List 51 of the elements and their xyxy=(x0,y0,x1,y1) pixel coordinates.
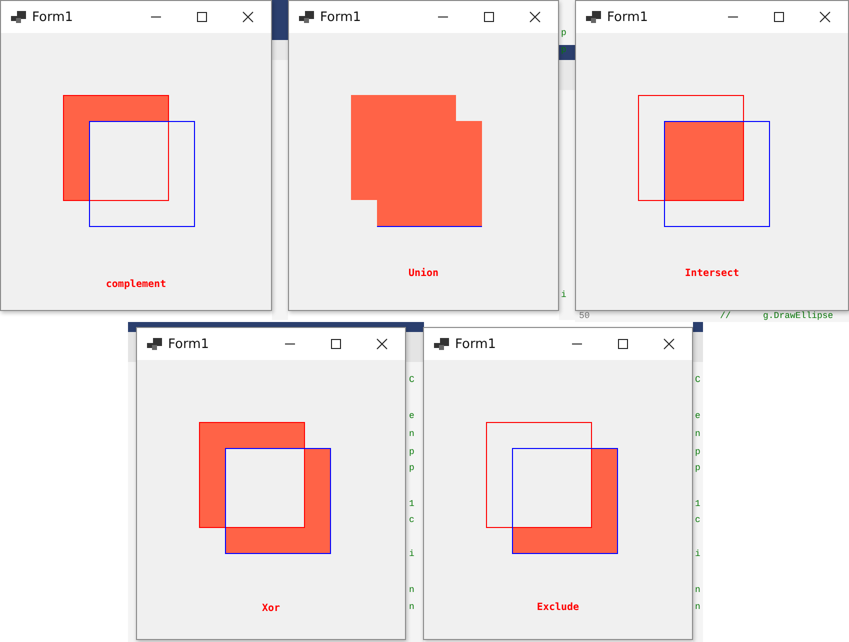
maximize-icon[interactable] xyxy=(330,338,342,350)
code-text: c xyxy=(695,515,700,525)
region-caption: Xor xyxy=(260,603,282,614)
window-title: Form1 xyxy=(607,10,648,24)
code-text: e xyxy=(409,411,414,421)
code-text: i xyxy=(561,290,566,300)
code-text: n xyxy=(409,429,414,439)
close-icon[interactable] xyxy=(242,11,254,23)
code-text: p xyxy=(695,447,700,457)
app-icon xyxy=(434,338,450,350)
code-text: p xyxy=(695,463,700,473)
code-comment: // xyxy=(720,311,731,322)
close-icon[interactable] xyxy=(819,11,831,23)
code-text: c xyxy=(409,515,414,525)
window-title: Form1 xyxy=(168,336,210,352)
region-caption: Union xyxy=(407,268,440,279)
window-title: Form1 xyxy=(320,10,362,24)
code-text: p xyxy=(561,28,566,38)
maximize-icon[interactable] xyxy=(196,11,208,23)
code-text: C xyxy=(409,375,414,385)
maximize-icon[interactable] xyxy=(483,11,495,23)
close-icon[interactable] xyxy=(663,338,675,350)
line-number: 50 xyxy=(579,311,590,322)
app-icon xyxy=(147,338,163,350)
code-text: n xyxy=(409,602,414,612)
app-icon xyxy=(586,10,602,24)
close-icon[interactable] xyxy=(376,338,388,350)
region-caption: Intersect xyxy=(684,268,740,279)
code-text: p xyxy=(409,463,414,473)
code-text: C xyxy=(695,375,700,385)
region-caption: Exclude xyxy=(536,602,580,613)
region-caption: complement xyxy=(104,279,168,290)
code-text: g.DrawEllipse xyxy=(763,311,834,322)
window-title: Form1 xyxy=(32,10,74,24)
app-icon xyxy=(11,10,27,24)
code-text: 1 xyxy=(695,499,700,509)
code-text: i xyxy=(409,549,414,559)
code-text: p xyxy=(561,45,566,55)
code-text: n xyxy=(409,585,414,595)
window-title: Form1 xyxy=(455,336,496,352)
maximize-icon[interactable] xyxy=(773,11,785,23)
code-text: i xyxy=(695,549,700,559)
code-text: n xyxy=(695,602,700,612)
code-text: e xyxy=(695,411,700,421)
code-text: 1 xyxy=(409,499,414,509)
close-icon[interactable] xyxy=(529,11,541,23)
code-text: n xyxy=(695,429,700,439)
maximize-icon[interactable] xyxy=(617,338,629,350)
code-text: n xyxy=(695,585,700,595)
code-text: p xyxy=(409,447,414,457)
app-icon xyxy=(299,10,315,24)
